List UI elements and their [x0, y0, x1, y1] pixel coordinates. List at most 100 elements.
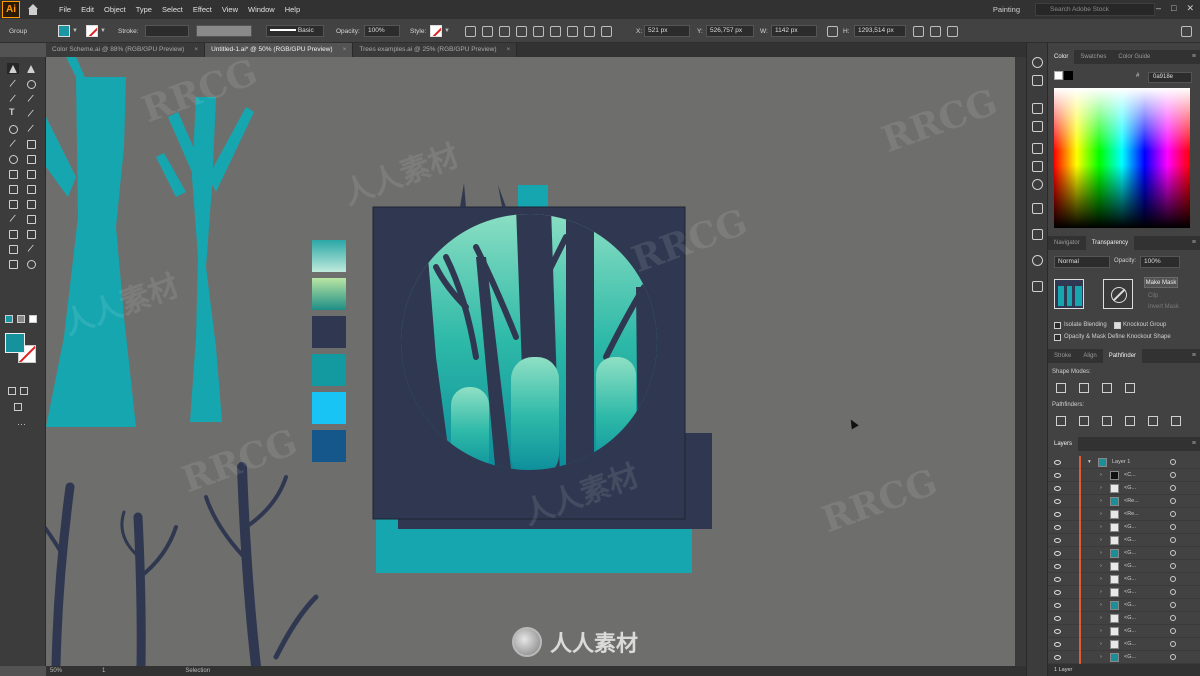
type-tool-icon[interactable]	[7, 107, 19, 119]
layer-row[interactable]: › <G...	[1048, 547, 1200, 560]
layer-row[interactable]: › <G...	[1048, 651, 1200, 664]
target-icon[interactable]	[1170, 589, 1176, 595]
canvas-area[interactable]	[46, 57, 1026, 666]
w-field[interactable]: 1142 px	[771, 25, 817, 37]
tab-color-scheme[interactable]: Color Scheme.ai @ 88% (RGB/GPU Preview) ×	[46, 43, 206, 57]
live-paint-tool-icon[interactable]	[25, 183, 37, 194]
palette-swatch-5[interactable]	[312, 392, 346, 424]
ellipse-tool-icon[interactable]	[7, 123, 19, 134]
x-field[interactable]: 521 px	[644, 25, 690, 37]
exclude-icon[interactable]	[1125, 383, 1135, 393]
tab-transparency[interactable]: Transparency	[1085, 236, 1135, 250]
eye-icon[interactable]	[1054, 629, 1061, 634]
recolor-icon[interactable]	[465, 25, 476, 37]
paintbrush-tool-icon[interactable]	[25, 123, 37, 134]
pencil-tool-icon[interactable]	[7, 138, 19, 149]
close-icon[interactable]: ×	[343, 43, 347, 57]
paragraph-panel-icon[interactable]	[1032, 161, 1043, 172]
tab-align[interactable]: Align	[1077, 349, 1102, 363]
menu-file[interactable]: File	[54, 5, 76, 14]
panel-menu-icon[interactable]: ≡	[1192, 440, 1196, 447]
palette-swatch-2[interactable]	[312, 278, 346, 310]
chevron-right-icon[interactable]: ›	[1100, 472, 1102, 478]
swatches-panel-icon[interactable]	[1032, 75, 1043, 86]
brush-definition[interactable]: Basic	[266, 25, 324, 37]
reference-point-icon[interactable]	[913, 25, 924, 37]
tab-pathfinder[interactable]: Pathfinder	[1102, 349, 1143, 363]
eye-icon[interactable]	[1054, 577, 1061, 582]
menu-view[interactable]: View	[217, 5, 243, 14]
minus-back-icon[interactable]	[1171, 416, 1181, 426]
curvature-tool-icon[interactable]	[25, 93, 37, 104]
intersect-icon[interactable]	[1102, 383, 1112, 393]
target-icon[interactable]	[1170, 576, 1176, 582]
chevron-right-icon[interactable]: ›	[1100, 628, 1102, 634]
mesh-tool-icon[interactable]	[7, 198, 19, 209]
palette-swatch-3[interactable]	[312, 316, 346, 348]
selection-tool-icon[interactable]	[7, 63, 19, 74]
chevron-right-icon[interactable]: ›	[1100, 511, 1102, 517]
eye-icon[interactable]	[1054, 525, 1061, 530]
layer-row[interactable]: › <Re...	[1048, 495, 1200, 508]
eye-icon[interactable]	[1054, 512, 1061, 517]
eye-icon[interactable]	[1054, 642, 1061, 647]
target-icon[interactable]	[1170, 537, 1176, 543]
trim-icon[interactable]	[1079, 416, 1089, 426]
chevron-right-icon[interactable]: ›	[1100, 485, 1102, 491]
fill-color-box[interactable]	[5, 333, 25, 353]
arrange-icon[interactable]	[947, 25, 958, 37]
menu-type[interactable]: Type	[131, 5, 157, 14]
zoom-tool-icon[interactable]	[25, 258, 37, 269]
eye-icon[interactable]	[1054, 551, 1061, 556]
layer-row[interactable]: › <G...	[1048, 586, 1200, 599]
chevron-right-icon[interactable]: ›	[1100, 550, 1102, 556]
eye-icon[interactable]	[1054, 499, 1061, 504]
chevron-right-icon[interactable]: ›	[1100, 602, 1102, 608]
palette-swatch-4[interactable]	[312, 354, 346, 386]
brushes-panel-icon[interactable]	[1032, 103, 1043, 114]
h-field[interactable]: 1293,514 px	[854, 25, 906, 37]
crop-icon[interactable]	[1125, 416, 1135, 426]
menu-select[interactable]: Select	[157, 5, 188, 14]
layer-row-layer-1[interactable]: ▾ Layer 1	[1048, 456, 1200, 469]
eye-icon[interactable]	[1054, 460, 1061, 465]
home-icon[interactable]	[26, 3, 40, 17]
zoom-level[interactable]: 50%	[50, 668, 62, 674]
close-icon[interactable]: ×	[194, 43, 198, 57]
layers-panel-icon[interactable]	[1032, 281, 1043, 292]
none-mode-icon[interactable]	[29, 315, 37, 323]
tab-swatches[interactable]: Swatches	[1074, 50, 1112, 64]
eye-icon[interactable]	[1054, 564, 1061, 569]
eraser-tool-icon[interactable]	[25, 138, 37, 149]
forest-artwork[interactable]	[372, 183, 686, 520]
menu-window[interactable]: Window	[243, 5, 280, 14]
hex-input[interactable]: 0a918e	[1148, 72, 1192, 83]
chevron-right-icon[interactable]: ›	[1100, 589, 1102, 595]
black-swatch-icon[interactable]	[1064, 71, 1073, 80]
draw-normal-icon[interactable]	[8, 387, 16, 395]
y-field[interactable]: 526,757 px	[706, 25, 754, 37]
slice-tool-icon[interactable]	[25, 243, 37, 254]
invert-mask-checkbox[interactable]: Invert Mask	[1148, 304, 1179, 310]
tab-stroke[interactable]: Stroke	[1048, 349, 1077, 363]
clip-checkbox[interactable]: Clip	[1148, 293, 1158, 299]
variable-width-profile[interactable]	[196, 25, 252, 37]
menu-help[interactable]: Help	[280, 5, 305, 14]
target-icon[interactable]	[1170, 563, 1176, 569]
rotate-tool-icon[interactable]	[7, 153, 19, 164]
artboard-tool-icon[interactable]	[7, 243, 19, 254]
pen-tool-icon[interactable]	[7, 93, 19, 104]
panel-menu-icon[interactable]	[1181, 25, 1192, 37]
layer-row[interactable]: › <G...	[1048, 573, 1200, 586]
align-to-icon[interactable]	[482, 25, 493, 37]
chevron-right-icon[interactable]: ›	[1100, 498, 1102, 504]
target-icon[interactable]	[1170, 641, 1176, 647]
opacity-field[interactable]: 100%	[364, 25, 400, 37]
target-icon[interactable]	[1170, 511, 1176, 517]
layer-row[interactable]: › <G...	[1048, 599, 1200, 612]
draw-behind-icon[interactable]	[20, 387, 28, 395]
symbol-sprayer-tool-icon[interactable]	[7, 228, 19, 239]
eye-icon[interactable]	[1054, 538, 1061, 543]
target-icon[interactable]	[1170, 485, 1176, 491]
blend-tool-icon[interactable]	[25, 213, 37, 224]
